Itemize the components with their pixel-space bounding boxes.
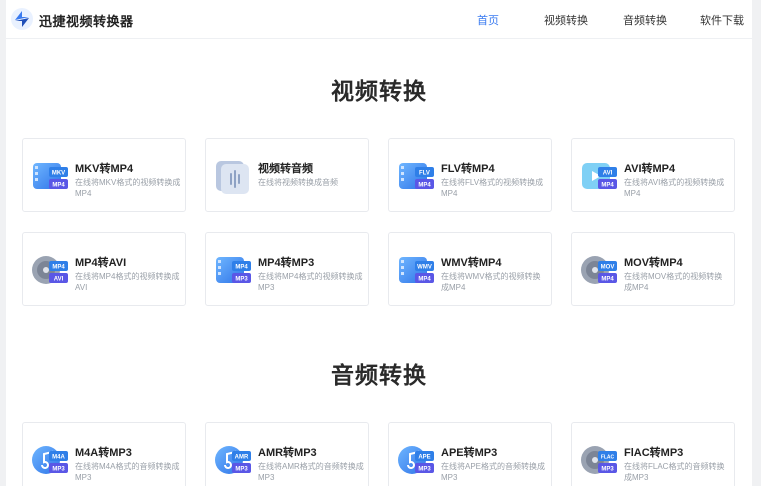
top-navbar: 迅捷视频转换器 首页 视频转换 音频转换 软件下载 <box>6 0 752 39</box>
card-description: 在线将AVI格式的视频转换成MP4 <box>624 178 725 198</box>
card-description: 在线将FLV格式的视频转换成MP4 <box>441 178 544 198</box>
nav-audio-convert[interactable]: 音频转换 <box>623 12 667 28</box>
section-title-video: 视频转换 <box>331 78 427 104</box>
microphone-icon: AMR MP3 <box>215 446 251 474</box>
format-badge-label: MKV <box>52 171 65 177</box>
video-file-icon: WMV MP4 <box>399 257 434 283</box>
format-badge-label: AVI <box>54 277 64 283</box>
card-title[interactable]: MKV转MP4 <box>75 160 133 176</box>
card-title[interactable]: FlAC转MP3 <box>624 444 683 460</box>
card-description: 在线将APE格式的音频转换成MP3 <box>441 462 546 482</box>
converter-card[interactable]: MP4 AVI MP4转AVI 在线将MP4格式的视频转换成AVI <box>22 232 186 306</box>
converter-card[interactable]: FLAC MP3 FlAC转MP3 在线将FLAC格式的音频转换成MP3 <box>571 422 735 486</box>
card-title[interactable]: AVI转MP4 <box>624 160 675 176</box>
converter-card[interactable]: WMV MP4 WMV转MP4 在线将WMV格式的视频转换成MP4 <box>388 232 552 306</box>
format-badge-label: FLAC <box>601 455 615 461</box>
card-title[interactable]: 视频转音频 <box>258 160 313 176</box>
card-title[interactable]: M4A转MP3 <box>75 444 132 460</box>
card-description: 在线将MKV格式的视频转换成MP4 <box>75 178 181 198</box>
audio-wave-icon <box>216 161 249 194</box>
format-badge-label: MP4 <box>601 277 614 283</box>
music-note-icon: APE MP3 <box>398 446 434 474</box>
format-badge-label: FLV <box>419 171 430 177</box>
nav-video-convert[interactable]: 视频转换 <box>544 12 588 28</box>
card-description: 在线将视频转换成音频 <box>258 178 338 187</box>
converter-card[interactable]: APE MP3 APE转MP3 在线将APE格式的音频转换成MP3 <box>388 422 552 486</box>
card-description: 在线将AMR格式的音频转换成MP3 <box>258 462 364 482</box>
card-description: 在线将MOV格式的视频转换成MP4 <box>624 272 723 292</box>
card-title[interactable]: APE转MP3 <box>441 444 497 460</box>
format-badge-label: WMV <box>417 265 432 271</box>
music-note-icon: M4A MP3 <box>32 446 68 474</box>
format-badge-label: MP3 <box>52 467 65 473</box>
card-title[interactable]: MP4转AVI <box>75 254 126 270</box>
format-badge-label: MP4 <box>235 265 248 271</box>
converter-card[interactable]: AMR MP3 AMR转MP3 在线将AMR格式的音频转换成MP3 <box>205 422 369 486</box>
converter-card[interactable]: MP4 MP3 MP4转MP3 在线将MP4格式的视频转换成MP3 <box>205 232 369 306</box>
converter-card[interactable]: MOV MP4 MOV转MP4 在线将MOV格式的视频转换成MP4 <box>571 232 735 306</box>
converter-card[interactable]: FLV MP4 FLV转MP4 在线将FLV格式的视频转换成MP4 <box>388 138 552 212</box>
converter-card[interactable]: AVI MP4 AVI转MP4 在线将AVI格式的视频转换成MP4 <box>571 138 735 212</box>
format-badge-label: MP4 <box>418 277 431 283</box>
format-badge-label: MP4 <box>52 183 65 189</box>
format-badge-label: MP4 <box>601 183 614 189</box>
format-badge-label: MP3 <box>235 277 248 283</box>
format-badge-label: AMR <box>235 455 249 461</box>
card-title[interactable]: AMR转MP3 <box>258 444 317 460</box>
format-badge-label: MP3 <box>601 467 614 473</box>
film-reel-icon: MP4 AVI <box>32 256 68 284</box>
card-title[interactable]: WMV转MP4 <box>441 254 502 270</box>
nav-software-download[interactable]: 软件下载 <box>700 12 744 28</box>
format-badge-label: M4A <box>52 455 65 461</box>
format-badge-label: MP4 <box>52 265 65 271</box>
nav-home[interactable]: 首页 <box>477 12 499 28</box>
card-description: 在线将MP4格式的视频转换成AVI <box>75 272 180 292</box>
format-badge-label: MP3 <box>418 467 431 473</box>
logo-icon <box>11 8 33 30</box>
section-title-audio: 音频转换 <box>331 362 427 388</box>
converter-card[interactable]: MKV MP4 MKV转MP4 在线将MKV格式的视频转换成MP4 <box>22 138 186 212</box>
page-container: 迅捷视频转换器 首页 视频转换 音频转换 软件下载 视频转换 音频转换 MKV M… <box>6 0 752 486</box>
format-badge-label: MP4 <box>418 183 431 189</box>
format-badge-label: MOV <box>601 265 615 271</box>
converter-card[interactable]: M4A MP3 M4A转MP3 在线将M4A格式的音频转换成MP3 <box>22 422 186 486</box>
format-badge-label: APE <box>418 455 430 461</box>
card-description: 在线将FLAC格式的音频转换成MP3 <box>624 462 725 482</box>
format-badge-label: AVI <box>603 171 613 177</box>
card-description: 在线将WMV格式的视频转换成MP4 <box>441 272 541 292</box>
video-file-icon: FLV MP4 <box>399 163 434 189</box>
logo-text[interactable]: 迅捷视频转换器 <box>39 11 134 30</box>
video-play-icon: AVI MP4 <box>582 163 617 189</box>
vinyl-record-icon: FLAC MP3 <box>581 446 617 474</box>
card-title[interactable]: MOV转MP4 <box>624 254 683 270</box>
card-description: 在线将M4A格式的音频转换成MP3 <box>75 462 180 482</box>
format-badge-label: MP3 <box>235 467 248 473</box>
video-file-icon: MKV MP4 <box>33 163 68 189</box>
film-reel-icon: MOV MP4 <box>581 256 617 284</box>
video-file-icon: MP4 MP3 <box>216 257 251 283</box>
converter-card[interactable]: 视频转音频在线将视频转换成音频 <box>205 138 369 212</box>
card-title[interactable]: FLV转MP4 <box>441 160 495 176</box>
card-title[interactable]: MP4转MP3 <box>258 254 314 270</box>
card-description: 在线将MP4格式的视频转换成MP3 <box>258 272 363 292</box>
